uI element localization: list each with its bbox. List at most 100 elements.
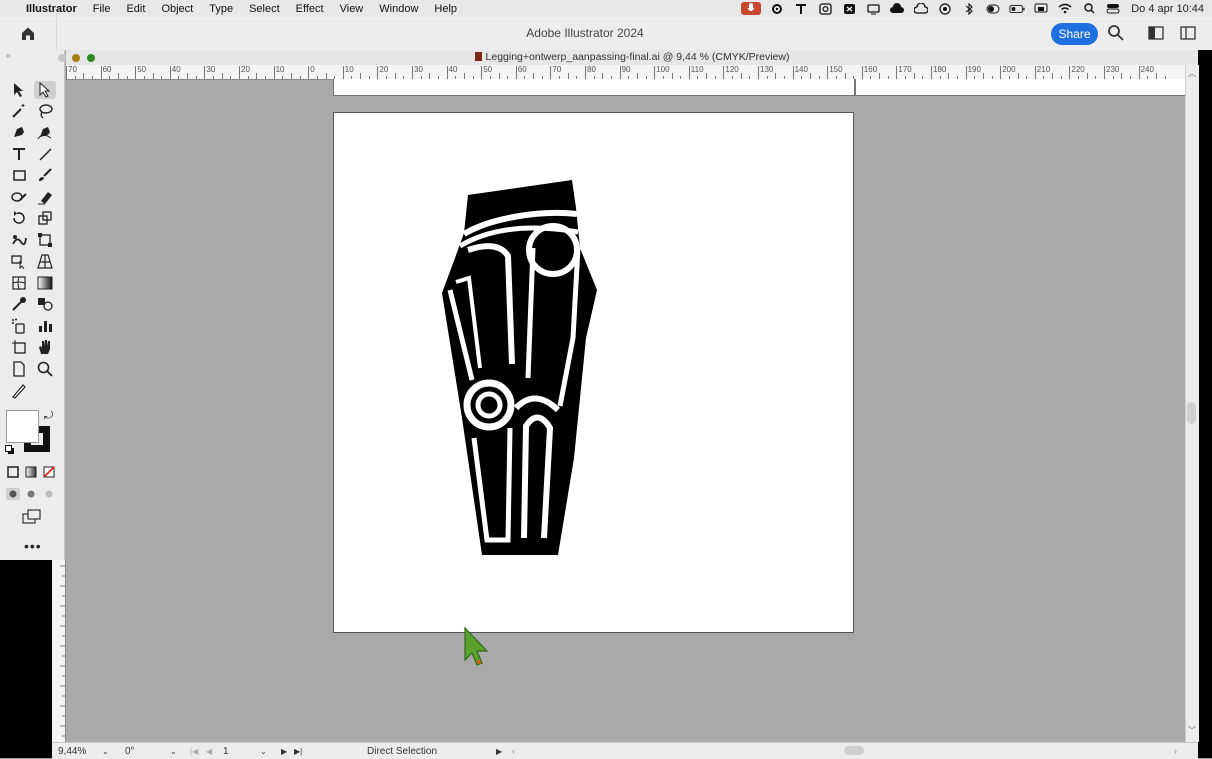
menu-help[interactable]: Help xyxy=(426,3,465,15)
target-icon[interactable] xyxy=(937,2,953,15)
menu-type[interactable]: Type xyxy=(201,3,241,15)
free-transform-tool[interactable] xyxy=(34,231,56,249)
slice-tool[interactable] xyxy=(8,360,30,378)
scroll-right-icon[interactable]: › xyxy=(1174,745,1177,757)
fill-swatch-front[interactable] xyxy=(6,410,39,443)
zoom-tool[interactable] xyxy=(34,360,56,378)
scale-tool[interactable] xyxy=(34,209,56,227)
artboard-dropdown-icon[interactable]: ⌄ xyxy=(260,745,267,757)
panels-toggle-button[interactable] xyxy=(1180,26,1196,40)
vertical-scroll-thumb[interactable] xyxy=(1187,402,1196,424)
line-tool[interactable] xyxy=(34,145,56,163)
warp-tool[interactable] xyxy=(8,231,30,249)
artboard-tool[interactable] xyxy=(8,338,30,356)
menu-app-name[interactable]: Illustrator xyxy=(18,3,85,15)
document-title[interactable]: Legging+ontwerp_aanpassing-final.ai @ 9,… xyxy=(66,51,1198,63)
cloud-icon[interactable] xyxy=(889,2,905,15)
menu-file[interactable]: File xyxy=(85,3,119,15)
none-mode-icon[interactable] xyxy=(43,466,55,478)
close-box-icon[interactable] xyxy=(841,2,857,15)
menu-window[interactable]: Window xyxy=(371,3,426,15)
hand-tool[interactable] xyxy=(34,338,56,356)
menu-view[interactable]: View xyxy=(332,3,372,15)
direct-selection-tool[interactable] xyxy=(34,81,56,99)
zoom-level-field[interactable]: 9,44% xyxy=(58,745,106,757)
screen-mode-icon[interactable] xyxy=(21,509,43,525)
graph-tool[interactable] xyxy=(34,317,56,335)
rotate-tool[interactable] xyxy=(8,209,30,227)
horizontal-ruler[interactable]: 70 60 50 40 30 20 10 0 10 20 30 40 50 60 70 80 90 100 110 1… xyxy=(66,65,1186,80)
artboard-number-field[interactable]: 1 xyxy=(223,745,257,757)
horizontal-scroll-thumb[interactable] xyxy=(844,746,864,755)
workspace-switcher-button[interactable] xyxy=(1148,26,1164,40)
creative-cloud-icon[interactable] xyxy=(817,2,833,15)
next-artboard-icon[interactable]: ▶ xyxy=(281,745,287,757)
menu-effect[interactable]: Effect xyxy=(288,3,332,15)
gradient-tool[interactable] xyxy=(34,274,56,292)
last-artboard-icon[interactable]: ▶| xyxy=(294,745,302,757)
scroll-up-icon[interactable]: ︿ xyxy=(1188,68,1196,79)
window-minimize-button[interactable] xyxy=(72,54,80,62)
selection-tool[interactable] xyxy=(8,81,30,99)
symbol-sprayer-tool[interactable] xyxy=(8,317,30,335)
menu-edit[interactable]: Edit xyxy=(118,3,153,15)
rotation-field[interactable]: 0° xyxy=(125,745,165,757)
draw-behind-icon[interactable] xyxy=(24,488,38,500)
perspective-grid-tool[interactable] xyxy=(34,252,56,270)
lasso-tool[interactable] xyxy=(34,102,56,120)
scroll-left-icon[interactable]: ‹ xyxy=(512,745,515,757)
display-icon[interactable] xyxy=(865,2,881,15)
mesh-tool[interactable] xyxy=(8,274,30,292)
magic-wand-tool[interactable] xyxy=(8,102,30,120)
wifi-icon[interactable] xyxy=(1057,2,1073,15)
paintbrush-tool[interactable] xyxy=(34,166,56,184)
settings-gear-icon[interactable] xyxy=(769,2,785,15)
rectangle-tool[interactable] xyxy=(8,166,30,184)
menu-select[interactable]: Select xyxy=(241,3,288,15)
ruler-label: 70 xyxy=(68,65,77,74)
window-zoom-button[interactable] xyxy=(87,54,95,62)
text-tool-icon[interactable] xyxy=(793,2,809,15)
default-fill-stroke-icon[interactable] xyxy=(5,445,15,455)
edit-toolbar-more-icon[interactable]: ••• xyxy=(24,538,42,554)
draw-normal-icon[interactable] xyxy=(6,488,20,500)
artboard-above-right[interactable] xyxy=(855,79,1186,96)
blend-tool[interactable] xyxy=(34,295,56,313)
share-button[interactable]: Share xyxy=(1051,23,1098,45)
swap-fill-stroke-icon[interactable]: ⤾ xyxy=(44,410,53,423)
eyedropper-tool[interactable] xyxy=(8,295,30,313)
battery-icon[interactable] xyxy=(1009,2,1025,15)
bluetooth-icon[interactable] xyxy=(961,2,977,15)
vertical-ruler[interactable] xyxy=(52,560,66,742)
eraser-tool[interactable] xyxy=(34,188,56,206)
zoom-dropdown-icon[interactable]: ⌄ xyxy=(102,745,109,757)
first-artboard-icon[interactable]: |◀ xyxy=(190,745,198,757)
curvature-tool[interactable] xyxy=(34,123,56,141)
sync-cloud-icon[interactable] xyxy=(913,2,929,15)
pen-tool[interactable] xyxy=(8,123,30,141)
spotlight-search-icon[interactable] xyxy=(1081,2,1097,15)
artboard-above[interactable] xyxy=(333,79,855,96)
window-close-button[interactable] xyxy=(58,54,66,62)
type-tool[interactable] xyxy=(8,145,30,163)
current-tool-label[interactable]: Direct Selection xyxy=(367,745,437,757)
knife-tool[interactable] xyxy=(8,382,30,400)
shape-builder-tool[interactable] xyxy=(8,252,30,270)
control-center-icon[interactable] xyxy=(1105,2,1121,15)
previous-artboard-icon[interactable]: ◀ xyxy=(206,745,212,757)
gradient-mode-icon[interactable] xyxy=(25,466,37,478)
panel-collapse-icon[interactable]: » xyxy=(6,51,10,60)
search-button[interactable] xyxy=(1107,24,1125,42)
shaper-tool[interactable] xyxy=(8,188,30,206)
scroll-down-icon[interactable]: ﹀ xyxy=(1188,725,1196,736)
screen-mirror-icon[interactable] xyxy=(1033,2,1049,15)
status-menu-arrow-icon[interactable]: ▶ xyxy=(496,745,502,757)
rotation-dropdown-icon[interactable]: ⌄ xyxy=(170,745,177,757)
toggle-icon[interactable] xyxy=(985,2,1001,15)
menu-object[interactable]: Object xyxy=(153,3,201,15)
legging-artwork[interactable] xyxy=(440,178,600,558)
color-mode-icon[interactable] xyxy=(7,466,19,478)
draw-inside-icon[interactable] xyxy=(42,488,56,500)
clock[interactable]: Do 4 apr 10:44 xyxy=(1131,3,1204,15)
microphone-recording-icon[interactable] xyxy=(741,2,762,15)
